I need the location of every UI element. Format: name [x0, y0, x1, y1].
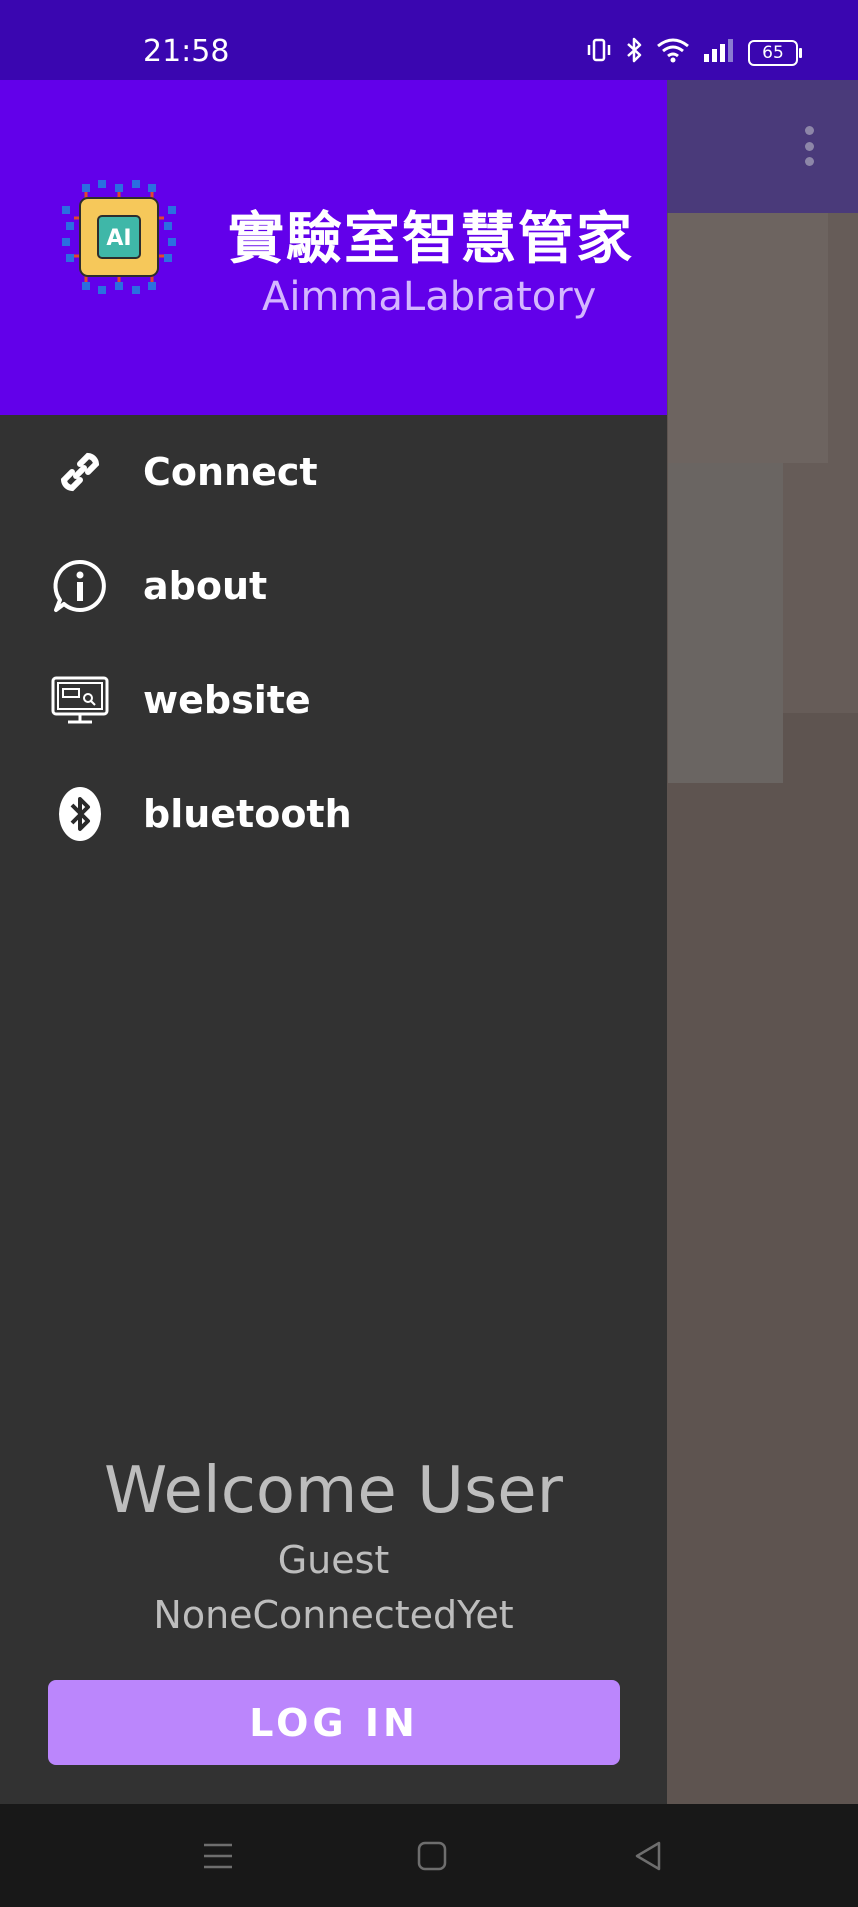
link-icon — [50, 442, 110, 502]
signal-icon — [702, 38, 736, 67]
status-bar: 21:58 65 — [0, 0, 858, 80]
menu-item-about[interactable]: about — [0, 529, 667, 643]
background-shape — [668, 463, 783, 783]
menu-icon[interactable] — [198, 1836, 238, 1876]
menu-item-website[interactable]: website — [0, 643, 667, 757]
back-icon[interactable] — [628, 1836, 668, 1876]
user-name: Guest — [277, 1538, 390, 1582]
navigation-drawer: AI 實驗室智慧管家 AimmaLabratory Connect about … — [0, 80, 667, 1804]
menu-label-about: about — [143, 564, 268, 608]
background-shape — [668, 213, 828, 463]
app-subtitle: AimmaLabratory — [262, 274, 597, 320]
more-options-icon[interactable] — [804, 126, 814, 166]
bluetooth-icon — [50, 784, 110, 844]
info-icon — [50, 556, 110, 616]
login-button[interactable]: LOG IN — [48, 1680, 620, 1765]
home-icon[interactable] — [412, 1836, 452, 1876]
drawer-header: AI 實驗室智慧管家 AimmaLabratory — [0, 80, 667, 415]
menu-label-bluetooth: bluetooth — [143, 792, 352, 836]
app-title: 實驗室智慧管家 — [228, 207, 634, 272]
battery-icon: 65 — [748, 39, 802, 66]
chip-logo-text: AI — [106, 226, 131, 251]
vibrate-icon — [586, 37, 612, 68]
menu-label-connect: Connect — [143, 450, 318, 494]
connection-status: NoneConnectedYet — [153, 1593, 514, 1637]
bluetooth-icon — [624, 36, 644, 69]
menu-item-bluetooth[interactable]: bluetooth — [0, 757, 667, 871]
welcome-title: Welcome User — [104, 1454, 563, 1528]
status-time: 21:58 — [143, 34, 230, 69]
navigation-bar — [0, 1804, 858, 1907]
wifi-icon — [656, 37, 690, 68]
menu-label-website: website — [143, 678, 311, 722]
chip-logo-icon: AI — [58, 176, 180, 298]
status-icons: 65 — [586, 36, 802, 69]
monitor-icon — [50, 670, 110, 730]
menu-item-connect[interactable]: Connect — [0, 415, 667, 529]
